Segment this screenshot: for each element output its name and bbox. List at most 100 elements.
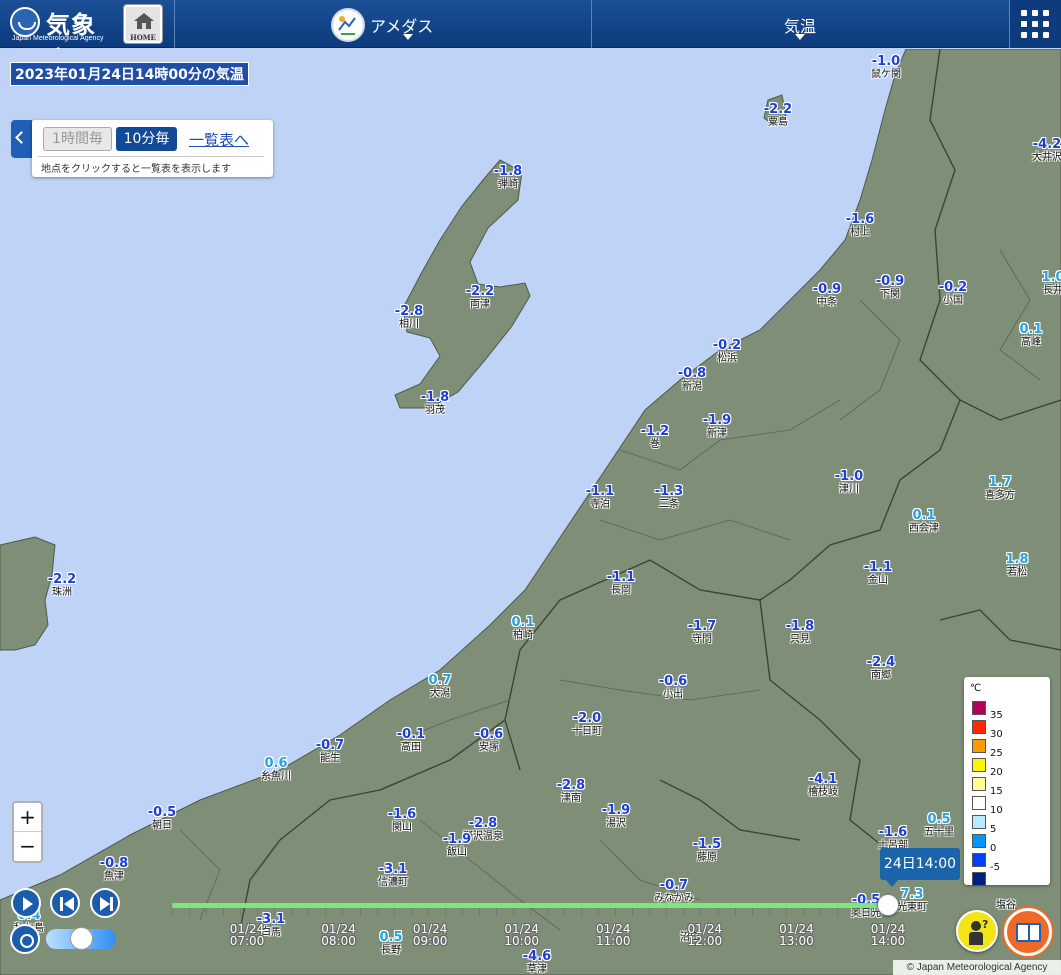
station-name: 長井 (1043, 285, 1061, 296)
timeline-label[interactable]: 01/24 13:00 (771, 923, 821, 947)
station-marker[interactable]: -1.8 羽茂 (421, 391, 449, 417)
timeline-time: 12:00 (687, 934, 723, 948)
step-forward-button[interactable] (90, 888, 120, 918)
element-menu[interactable]: 気温 (760, 0, 840, 48)
station-name: 柏崎 (513, 630, 533, 641)
station-marker[interactable]: -0.6 安塚 (475, 728, 503, 754)
station-marker[interactable]: 1.7 喜多方 (985, 476, 1015, 502)
timeline-label[interactable]: 01/24 14:00 (863, 923, 913, 947)
speed-icon[interactable] (10, 924, 40, 954)
station-marker[interactable]: -2.2 珠洲 (48, 573, 76, 599)
station-marker[interactable]: -0.5 朝日 (148, 806, 176, 832)
station-marker[interactable]: -1.1 金山 (864, 561, 892, 587)
station-marker[interactable]: -4.2 大井沢 (1032, 138, 1061, 164)
station-marker[interactable]: 0.1 西会津 (909, 509, 939, 535)
station-marker[interactable]: -1.9 新津 (703, 414, 731, 440)
station-marker[interactable]: 0.5 長野 (379, 931, 402, 957)
station-marker[interactable]: -0.2 小国 (939, 281, 967, 307)
station-marker[interactable]: -0.6 小出 (658, 674, 688, 701)
ten-minute-button[interactable]: 10分毎 (116, 127, 177, 151)
station-marker[interactable]: -1.0 津川 (835, 470, 863, 496)
station-marker[interactable]: 0.5 五十里 (924, 813, 954, 839)
timeline-tick (768, 908, 770, 916)
station-marker[interactable]: -0.7 能生 (316, 739, 344, 765)
station-name: 高峰 (1021, 337, 1041, 348)
amedas-menu[interactable]: アメダス (368, 0, 458, 48)
station-marker[interactable]: 0.7 大潟 (428, 674, 451, 700)
house-icon (134, 13, 154, 29)
station-marker[interactable]: 0.1 柏崎 (511, 616, 534, 642)
timeline-label[interactable]: 01/24 09:00 (405, 923, 455, 947)
station-marker[interactable]: 塩谷 (996, 900, 1016, 911)
timeline-label[interactable]: 01/24 07:00 (222, 923, 272, 947)
help-button[interactable]: ? (956, 910, 998, 952)
speed-slider-knob[interactable] (70, 927, 93, 950)
station-name: 巻 (650, 439, 660, 450)
station-marker[interactable]: -0.2 松浜 (713, 339, 741, 365)
station-marker[interactable]: -1.5 藤原 (693, 838, 721, 864)
timeline-label[interactable]: 01/24 12:00 (680, 923, 730, 947)
jma-logo[interactable]: 気象庁 Japan Meteorological Agency (10, 5, 120, 74)
station-marker[interactable]: -3.1 信濃町 (378, 863, 408, 889)
person-icon (969, 932, 983, 945)
timeline-tick (325, 908, 327, 916)
station-marker[interactable]: -1.9 湯沢 (602, 804, 630, 830)
station-marker[interactable]: -2.8 津南 (557, 779, 585, 805)
station-marker[interactable]: -2.0 十日町 (572, 712, 602, 738)
legend-swatch (972, 834, 986, 848)
panel-collapse-button[interactable] (11, 120, 32, 158)
list-table-link[interactable]: 一覧表へ (189, 129, 249, 150)
station-marker[interactable]: -1.6 村上 (846, 213, 874, 239)
station-marker[interactable]: -2.2 粟島 (764, 103, 792, 129)
legend-swatch (972, 758, 986, 772)
skip-forward-icon (100, 897, 110, 911)
station-marker[interactable]: 1.0 長井 (1041, 271, 1061, 297)
station-marker[interactable]: -0.1 高田 (397, 728, 425, 754)
station-marker[interactable]: 1.8 若松 (1005, 553, 1028, 579)
station-marker[interactable]: -4.6 草津 (523, 950, 551, 975)
temperature-legend: ℃ 35 30 25 20 15 10 5 0 -5 (964, 677, 1050, 886)
station-marker[interactable]: -0.7 みなかみ (654, 879, 694, 905)
grid-menu-button[interactable] (1010, 0, 1061, 48)
zoom-in-button[interactable]: + (14, 803, 41, 832)
station-marker[interactable]: 7.3 光東町 (897, 888, 927, 914)
timeline-label[interactable]: 01/24 08:00 (314, 923, 364, 947)
timeline-handle[interactable] (877, 894, 899, 916)
hourly-button[interactable]: 1時間毎 (43, 127, 112, 151)
station-value: -2.8 (394, 304, 424, 319)
map-canvas[interactable]: -1.0 鼠ケ関 -2.2 粟島 -4.2 大井沢 -1.8 弾崎 -1.6 村上 1.0 長井 -2.… (0, 49, 1061, 975)
station-marker[interactable]: -1.8 只見 (786, 620, 814, 646)
timeline-label[interactable]: 01/24 11:00 (588, 923, 638, 947)
station-marker[interactable]: -1.3 三条 (655, 485, 683, 511)
info-button[interactable] (1004, 908, 1052, 956)
station-name: 糸魚川 (261, 771, 291, 782)
timeline-tick (734, 908, 736, 916)
station-marker[interactable]: -0.8 魚津 (100, 857, 128, 883)
station-marker[interactable]: -1.6 関山 (387, 807, 417, 834)
station-name: 大井沢 (1032, 152, 1061, 163)
station-marker[interactable]: -1.2 巻 (641, 425, 669, 451)
station-marker[interactable]: -1.7 守門 (688, 620, 716, 646)
station-marker[interactable]: -1.8 弾崎 (494, 165, 522, 191)
station-marker[interactable]: -1.1 寺泊 (586, 485, 614, 511)
station-marker[interactable]: -4.1 檜枝岐 (808, 773, 838, 799)
station-marker[interactable]: -2.2 両津 (466, 285, 494, 311)
station-marker[interactable]: -0.9 下関 (876, 275, 904, 301)
station-marker[interactable]: -1.1 長岡 (607, 571, 635, 597)
station-marker[interactable]: -1.9 飯山 (443, 833, 471, 859)
station-marker[interactable]: -0.9 中条 (813, 283, 841, 309)
step-back-button[interactable] (50, 888, 80, 918)
station-marker[interactable]: -0.8 新潟 (678, 367, 706, 393)
home-button[interactable]: HOME (123, 4, 163, 44)
station-marker[interactable]: 0.1 高峰 (1019, 323, 1042, 349)
legend-tick-label: 25 (990, 748, 1003, 759)
timeline-label[interactable]: 01/24 10:00 (497, 923, 547, 947)
station-marker[interactable]: -2.8 相川 (394, 304, 424, 331)
station-value: -0.6 (658, 674, 688, 689)
station-marker[interactable]: -2.4 南郷 (867, 656, 895, 682)
zoom-out-button[interactable]: − (14, 832, 41, 861)
station-value: -1.6 (387, 807, 417, 822)
station-marker[interactable]: -1.0 鼠ケ関 (871, 55, 901, 81)
station-marker[interactable]: 0.6 糸魚川 (261, 757, 291, 783)
play-button[interactable] (11, 888, 41, 918)
